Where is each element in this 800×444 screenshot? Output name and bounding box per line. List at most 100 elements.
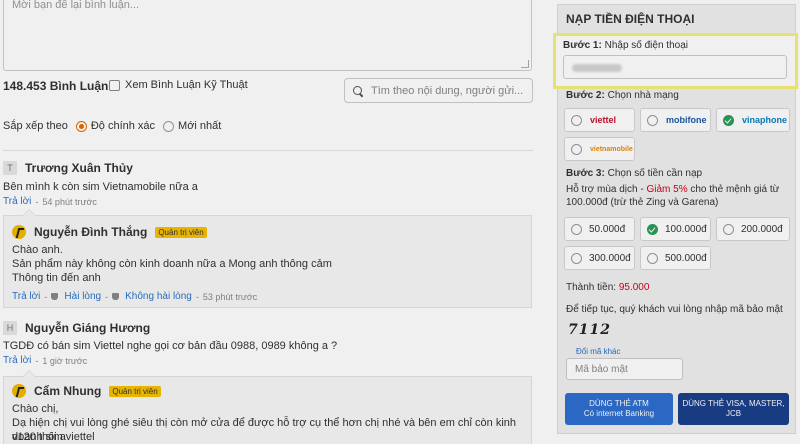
radio-icon[interactable] [163,120,175,132]
comment-header: H Nguyễn Giáng Hương [3,321,150,335]
admin-name: Nguyễn Đình Thắng [34,225,148,239]
step3-prefix: Bước 3: [566,168,605,179]
amount-50000[interactable]: 50.000đ [564,217,635,241]
total-value: 95.000 [618,282,650,293]
amount-500000[interactable]: 500.000đ [640,246,711,270]
captcha-placeholder: Mã bảo mật [575,364,628,375]
commenter-name: Nguyễn Giáng Hương [25,321,151,335]
amount-100000[interactable]: 100.000đ [640,217,711,241]
comment-count: 148.453 Bình Luận [3,79,109,93]
step3-text: Chọn số tiền cần nạp [607,168,703,179]
step1-prefix: Bước 1: [563,40,602,51]
total-row: Thành tiền: 95.000 [566,282,649,293]
amount-label: 50.000đ [589,223,626,235]
step1-highlight: Bước 1: Nhập số điện thoại [553,33,798,89]
reply-link[interactable]: Trả lời [12,291,40,302]
total-label: Thành tiền: [566,282,617,293]
amount-200000[interactable]: 200.000đ [716,217,790,241]
reply-line: Dạ hiện chị vui lòng ghé siêu thị còn mở… [12,417,517,443]
reply-header: Nguyễn Đình Thắng Quản trị viên [12,225,207,239]
refresh-captcha-link[interactable]: Đổi mã khác [576,347,620,356]
carrier-viettel[interactable]: viettel [564,108,635,132]
amount-300000[interactable]: 300.000đ [564,246,635,270]
radio-icon[interactable] [571,114,582,126]
step1-text: Nhập số điện thoại [604,40,688,51]
amount-label: 100.000đ [665,223,707,235]
phone-topup-panel: NẠP TIỀN ĐIỆN THOẠI Bước 1: Nhập số điện… [553,4,798,434]
amount-label: 500.000đ [665,252,707,264]
avatar: H [3,321,17,335]
radio-icon[interactable] [571,143,582,155]
comment-time: 1 giờ trước [42,355,88,366]
comment-textarea-placeholder: Mời bạn để lại bình luận... [12,0,140,11]
radio-icon[interactable] [571,223,582,235]
radio-icon[interactable] [647,252,658,264]
radio-icon[interactable] [723,223,734,235]
comment-time: 54 phút trước [42,196,97,207]
divider [3,150,533,151]
step2-prefix: Bước 2: [566,90,605,101]
captcha-input[interactable]: Mã bảo mật [566,358,683,380]
pay-visa-button[interactable]: DÙNG THẺ VISA, MASTER, JCB [678,393,789,425]
comment-meta: Trả lời - 54 phút trước [3,196,97,207]
mobifone-logo: mobifone [666,115,707,125]
sort-options: Sắp xếp theo Độ chính xác Mới nhất [3,120,221,132]
admin-badge: Quản trị viên [109,385,161,397]
reply-meta: Trả lời - Hài lòng - Không hài lòng - 53… [12,291,258,302]
sort-label: Sắp xếp theo [3,120,68,132]
topup-title: NẠP TIỀN ĐIỆN THOẠI [566,12,695,26]
radio-checked-icon[interactable] [723,114,734,126]
reply-link[interactable]: Trả lời [3,355,31,366]
search-placeholder: Tìm theo nội dung, người gửi... [371,84,524,97]
reply-line: Thông tin đến anh [12,272,101,284]
promo-text-b: cho thẻ mệnh giá từ [687,184,780,195]
radio-checked-icon[interactable] [647,223,658,235]
comment-textarea[interactable]: Mời bạn để lại bình luận... [3,0,532,71]
comment-search-input[interactable]: Tìm theo nội dung, người gửi... [344,78,533,103]
step1-label: Bước 1: Nhập số điện thoại [563,40,688,51]
commenter-name: Trương Xuân Thủy [25,161,133,175]
tech-comments-checkbox[interactable]: Xem Bình Luận Kỹ Thuật [109,79,248,91]
checkbox-icon[interactable] [109,79,120,91]
radio-selected-icon[interactable] [75,120,87,132]
promo-text: Hỗ trợ mùa dịch - Giảm 5% cho thẻ mệnh g… [566,183,779,209]
sort-option-label: Mới nhất [178,120,222,132]
redacted-phone-number [572,64,622,72]
step2-label: Bước 2: Chọn nhà mạng [566,90,679,101]
carrier-mobifone[interactable]: mobifone [640,108,711,132]
step3-label: Bước 3: Chọn số tiền cần nạp [566,168,702,179]
vinaphone-logo: vinaphone [742,115,788,125]
amount-label: 200.000đ [741,223,783,235]
sort-option-newest[interactable]: Mới nhất [163,120,221,132]
promo-text-a: Hỗ trợ mùa dịch - [566,184,647,195]
tech-comments-label: Xem Bình Luận Kỹ Thuật [125,79,248,91]
carrier-vinaphone[interactable]: vinaphone [716,108,790,132]
reply-link[interactable]: Trả lời [3,196,31,207]
carrier-vietnamobile[interactable]: vietnamobile [564,137,635,161]
admin-avatar-icon [12,384,26,398]
pay-atm-button[interactable]: DÙNG THẺ ATM Có internet Banking [565,393,673,425]
like-link[interactable]: Hài lòng [64,291,101,302]
atm-button-line2: Có internet Banking [583,409,655,418]
promo-text-c: 100.000đ (trừ thẻ Zing và Garena) [566,197,719,208]
radio-icon[interactable] [647,114,658,126]
resize-grip-icon[interactable] [521,60,529,68]
phone-number-input[interactable] [563,55,787,79]
dislike-link[interactable]: Không hài lòng [125,291,192,302]
thumbs-down-icon [112,293,120,300]
comment-text: TGDĐ có bán sim Viettel nghe gọi cơ bản … [3,340,338,352]
thumbs-up-icon [51,293,59,300]
viettel-logo: viettel [590,115,617,125]
reply-header: Cẩm Nhung Quản trị viên [12,384,161,398]
amount-label: 300.000đ [589,252,631,264]
search-icon [353,85,363,96]
radio-icon[interactable] [571,252,582,264]
admin-reply: Nguyễn Đình Thắng Quản trị viên Chào anh… [3,209,532,308]
admin-badge: Quản trị viên [155,226,207,238]
reply-line: v120 thôi a [12,431,66,443]
captcha-image: 7112 [568,322,618,344]
sort-option-accuracy[interactable]: Độ chính xác [75,120,156,132]
atm-button-line1: DÙNG THẺ ATM [589,399,649,408]
sort-option-label: Độ chính xác [90,120,156,132]
reply-time: 53 phút trước [202,291,258,302]
